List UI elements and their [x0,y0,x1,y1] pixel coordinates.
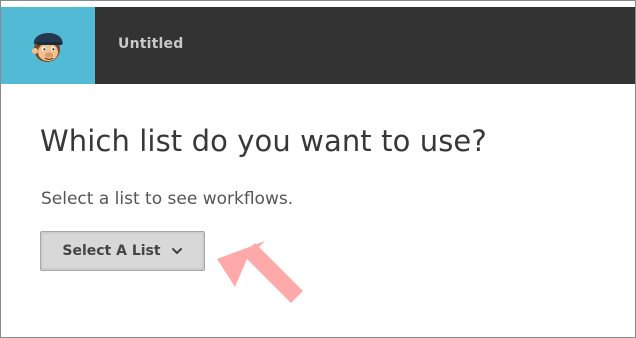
logo-box[interactable] [1,7,95,84]
page-title: Untitled [118,36,184,52]
list-question-heading: Which list do you want to use? [40,124,487,158]
instruction-text: Select a list to see workflows. [41,189,294,209]
mailchimp-freddie-icon [32,32,63,62]
select-list-label: Select A List [62,243,161,259]
chevron-down-icon [171,246,183,256]
app-header: Untitled [1,7,635,84]
pointer-arrow-icon [217,241,303,303]
select-list-button[interactable]: Select A List [40,231,205,271]
app-window: Untitled Which list do you want to use? … [0,0,636,338]
